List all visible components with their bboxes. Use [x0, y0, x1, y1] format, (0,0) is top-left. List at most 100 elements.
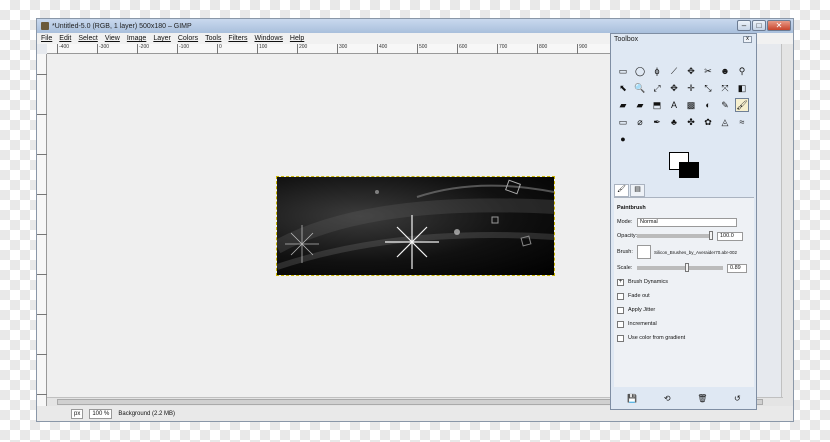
menu-filters[interactable]: Filters — [228, 35, 247, 42]
expander-icon[interactable]: + — [617, 278, 624, 286]
tool-button[interactable]: A — [667, 98, 681, 112]
tool-button[interactable]: ✒ — [650, 115, 664, 129]
minimize-button[interactable]: – — [737, 20, 751, 31]
ruler-tick: -300 — [97, 44, 109, 54]
tool-button[interactable]: ✛ — [684, 81, 698, 95]
fg-bg-color-selector[interactable] — [669, 152, 703, 180]
slider-knob[interactable] — [685, 263, 689, 272]
tool-button[interactable]: ◐ — [701, 98, 715, 112]
toolbox-close-button[interactable]: x — [743, 36, 752, 43]
ruler-tick: 400 — [377, 44, 387, 54]
vertical-scrollbar[interactable] — [781, 44, 793, 408]
tool-options-panel: Paintbrush Mode: Normal Opacity: 100.0 B… — [614, 197, 754, 387]
ruler-tick-label: -200 — [139, 44, 150, 50]
scale-slider[interactable] — [637, 263, 723, 272]
horizontal-ruler[interactable]: -400 -300 -200 -100 0 100 200 300 400 50… — [47, 44, 613, 54]
tool-button[interactable]: ✂ — [701, 64, 715, 78]
mode-select[interactable]: Normal — [637, 217, 737, 227]
tool-button[interactable]: ▭ — [616, 64, 630, 78]
tool-button[interactable]: ⚲ — [735, 64, 749, 78]
tool-button[interactable]: ◧ — [735, 81, 749, 95]
tool-button[interactable]: ▰ — [633, 98, 647, 112]
menu-select[interactable]: Select — [78, 35, 97, 42]
background-color[interactable] — [679, 162, 699, 178]
tool-button[interactable]: ⤧ — [718, 81, 732, 95]
ruler-tick-label: -300 — [99, 44, 110, 50]
canvas-area[interactable] — [47, 54, 613, 408]
checkbox-apply-jitter[interactable]: Apply Jitter — [617, 303, 751, 317]
image-canvas[interactable] — [276, 176, 555, 276]
tool-button[interactable]: 🔍 — [633, 81, 647, 95]
tool-button[interactable]: ♣ — [667, 115, 681, 129]
tool-button[interactable]: ☻ — [718, 64, 732, 78]
ruler-tick — [37, 114, 47, 115]
tool-button[interactable]: ◬ — [718, 115, 732, 129]
delete-options-icon[interactable]: 🗑 — [697, 394, 707, 403]
opacity-slider[interactable] — [637, 231, 713, 240]
slider-knob[interactable] — [709, 231, 713, 240]
menu-windows[interactable]: Windows — [254, 35, 282, 42]
vertical-ruler[interactable] — [37, 54, 47, 408]
tool-button[interactable]: ✥ — [667, 81, 681, 95]
tool-button[interactable]: ▰ — [616, 98, 630, 112]
tool-button[interactable]: ◯ — [633, 64, 647, 78]
save-options-icon[interactable]: 💾 — [627, 394, 637, 403]
menu-edit[interactable]: Edit — [59, 35, 71, 42]
menu-help[interactable]: Help — [290, 35, 304, 42]
checkbox[interactable] — [617, 292, 624, 300]
menu-image[interactable]: Image — [127, 35, 146, 42]
tab-tool-options[interactable]: 🖌 — [614, 184, 629, 197]
tool-button[interactable]: ⤡ — [701, 81, 715, 95]
maximize-button[interactable]: □ — [752, 20, 766, 31]
menu-tools[interactable]: Tools — [205, 35, 221, 42]
tool-button[interactable]: ● — [616, 132, 630, 146]
ruler-tick — [37, 154, 47, 155]
restore-options-icon[interactable]: ⟲ — [664, 394, 671, 403]
menu-view[interactable]: View — [105, 35, 120, 42]
toolbox-window: Toolbox x ▭ ◯ ϕ ⟋ ✥ ✂ ☻ ⚲ ⬉ 🔍 ⤢ ✥ ✛ ⤡ ⤧ ◧ ▰ ▰ ⬒ A ▩ ◐ ✎ 🖌 ▭ ⌀ ✒ ♣ ✤ ✿… — [610, 33, 757, 410]
ruler-tick-label: 700 — [499, 44, 508, 50]
tool-button[interactable]: ⌀ — [633, 115, 647, 129]
ruler-tick-label: 400 — [379, 44, 388, 50]
checkbox-use-gradient[interactable]: Use color from gradient — [617, 331, 751, 345]
tool-button[interactable]: ≈ — [735, 115, 749, 129]
menu-file[interactable]: File — [41, 35, 52, 42]
checkbox-label: Apply Jitter — [628, 307, 656, 313]
scale-value[interactable]: 0.89 — [727, 263, 747, 273]
tool-button[interactable]: ▩ — [684, 98, 698, 112]
tool-button[interactable]: ⬒ — [650, 98, 664, 112]
menu-colors[interactable]: Colors — [178, 35, 198, 42]
tool-button[interactable]: ✎ — [718, 98, 732, 112]
ruler-tick — [37, 274, 47, 275]
checkbox-fade-out[interactable]: Fade out — [617, 289, 751, 303]
tool-button[interactable]: ⟋ — [667, 64, 681, 78]
toolbox-title[interactable]: Toolbox — [611, 34, 756, 45]
checkbox-incremental[interactable]: Incremental — [617, 317, 751, 331]
tool-button[interactable]: ⤢ — [650, 81, 664, 95]
checkbox[interactable] — [617, 320, 624, 328]
sparkle-artwork — [277, 179, 554, 270]
brush-dynamics-expander[interactable]: + Brush Dynamics — [617, 275, 751, 289]
tool-button[interactable]: 🖌 — [735, 98, 749, 112]
reset-options-icon[interactable]: ↺ — [734, 394, 741, 403]
unit-selector[interactable]: px — [71, 408, 84, 419]
tool-button[interactable]: ▭ — [616, 115, 630, 129]
tab-layers[interactable]: ▤ — [630, 184, 645, 197]
close-button[interactable]: ✕ — [767, 20, 791, 31]
zoom-selector[interactable]: 100 % — [89, 408, 113, 419]
layer-status: Background (2.2 MB) — [118, 410, 176, 417]
tool-button[interactable]: ✥ — [684, 64, 698, 78]
menu-layer[interactable]: Layer — [153, 35, 171, 42]
opacity-row: Opacity: 100.0 — [617, 229, 751, 243]
opacity-value[interactable]: 100.0 — [717, 231, 743, 241]
title-bar[interactable]: *Untitled-5.0 (RGB, 1 layer) 500x180 – G… — [37, 19, 793, 33]
tool-button[interactable]: ✤ — [684, 115, 698, 129]
checkbox[interactable] — [617, 334, 624, 342]
brush-preview[interactable] — [637, 245, 651, 259]
ruler-tick-label: 100 — [259, 44, 268, 50]
tool-button[interactable]: ⬉ — [616, 81, 630, 95]
tool-button[interactable]: ✿ — [701, 115, 715, 129]
checkbox[interactable] — [617, 306, 624, 314]
mode-row: Mode: Normal — [617, 215, 751, 229]
tool-button[interactable]: ϕ — [650, 64, 664, 78]
